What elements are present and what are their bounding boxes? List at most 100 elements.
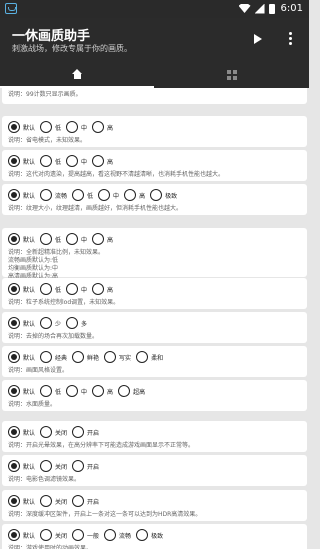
radio-option[interactable]: 低 bbox=[40, 233, 61, 245]
radio-option[interactable]: 多 bbox=[66, 317, 87, 329]
radio-option[interactable]: 经典 bbox=[40, 351, 67, 363]
radio-option[interactable]: 默认 bbox=[8, 317, 35, 329]
radio-option[interactable]: 少 bbox=[40, 317, 61, 329]
radio-option[interactable]: 低 bbox=[40, 121, 61, 133]
radio-option[interactable]: 中 bbox=[66, 283, 87, 295]
radio-unchecked-icon[interactable] bbox=[40, 121, 53, 133]
radio-unchecked-icon[interactable] bbox=[40, 283, 53, 295]
radio-unchecked-icon[interactable] bbox=[124, 189, 137, 201]
radio-option[interactable]: 中 bbox=[66, 121, 87, 133]
radio-option[interactable]: 高 bbox=[92, 155, 113, 167]
radio-option[interactable]: 低 bbox=[40, 283, 61, 295]
radio-checked-icon[interactable] bbox=[8, 233, 20, 245]
radio-option[interactable]: 中 bbox=[66, 385, 87, 397]
radio-unchecked-icon[interactable] bbox=[72, 495, 85, 507]
radio-option[interactable]: 高 bbox=[92, 385, 113, 397]
radio-option[interactable]: 高 bbox=[92, 283, 113, 295]
radio-option[interactable]: 低 bbox=[40, 155, 61, 167]
radio-checked-icon[interactable] bbox=[8, 317, 20, 329]
radio-option[interactable]: 极致 bbox=[150, 189, 177, 201]
radio-option[interactable]: 默认 bbox=[8, 155, 35, 167]
radio-option[interactable]: 一般 bbox=[72, 529, 99, 541]
radio-option[interactable]: 中 bbox=[98, 189, 119, 201]
radio-checked-icon[interactable] bbox=[8, 426, 20, 438]
radio-unchecked-icon[interactable] bbox=[118, 385, 131, 397]
radio-checked-icon[interactable] bbox=[8, 189, 20, 201]
radio-unchecked-icon[interactable] bbox=[66, 283, 79, 295]
radio-option[interactable]: 默认 bbox=[8, 233, 35, 245]
radio-option[interactable]: 中 bbox=[66, 155, 87, 167]
radio-option[interactable]: 流畅 bbox=[40, 189, 67, 201]
radio-unchecked-icon[interactable] bbox=[98, 189, 111, 201]
radio-unchecked-icon[interactable] bbox=[40, 495, 53, 507]
radio-option[interactable]: 关闭 bbox=[40, 495, 67, 507]
radio-option[interactable]: 开启 bbox=[72, 495, 99, 507]
radio-option[interactable]: 默认 bbox=[8, 189, 35, 201]
radio-option[interactable]: 默认 bbox=[8, 426, 35, 438]
radio-unchecked-icon[interactable] bbox=[40, 155, 53, 167]
radio-unchecked-icon[interactable] bbox=[72, 426, 85, 438]
radio-unchecked-icon[interactable] bbox=[92, 233, 105, 245]
more-vert-icon[interactable] bbox=[289, 32, 293, 46]
radio-unchecked-icon[interactable] bbox=[66, 155, 79, 167]
radio-checked-icon[interactable] bbox=[8, 155, 20, 167]
radio-option[interactable]: 开启 bbox=[72, 426, 99, 438]
radio-unchecked-icon[interactable] bbox=[40, 189, 53, 201]
radio-option[interactable]: 默认 bbox=[8, 385, 35, 397]
radio-unchecked-icon[interactable] bbox=[72, 189, 85, 201]
radio-option[interactable]: 高 bbox=[92, 233, 113, 245]
radio-unchecked-icon[interactable] bbox=[150, 189, 163, 201]
tab-apps[interactable] bbox=[155, 62, 309, 88]
radio-unchecked-icon[interactable] bbox=[40, 529, 53, 541]
radio-option[interactable]: 关闭 bbox=[40, 460, 67, 472]
radio-unchecked-icon[interactable] bbox=[136, 351, 149, 363]
radio-unchecked-icon[interactable] bbox=[104, 351, 117, 363]
radio-unchecked-icon[interactable] bbox=[92, 385, 105, 397]
radio-checked-icon[interactable] bbox=[8, 385, 20, 397]
radio-unchecked-icon[interactable] bbox=[66, 385, 79, 397]
radio-option[interactable]: 默认 bbox=[8, 283, 35, 295]
radio-unchecked-icon[interactable] bbox=[40, 426, 53, 438]
radio-option[interactable]: 开启 bbox=[72, 460, 99, 472]
radio-option[interactable]: 中 bbox=[66, 233, 87, 245]
radio-checked-icon[interactable] bbox=[8, 529, 20, 541]
radio-option[interactable]: 默认 bbox=[8, 495, 35, 507]
radio-unchecked-icon[interactable] bbox=[72, 529, 85, 541]
tab-home[interactable] bbox=[0, 62, 154, 88]
radio-option[interactable]: 关闭 bbox=[40, 529, 67, 541]
radio-unchecked-icon[interactable] bbox=[66, 317, 79, 329]
radio-checked-icon[interactable] bbox=[8, 460, 20, 472]
radio-unchecked-icon[interactable] bbox=[92, 283, 105, 295]
radio-unchecked-icon[interactable] bbox=[40, 385, 53, 397]
radio-option[interactable]: 关闭 bbox=[40, 426, 67, 438]
radio-unchecked-icon[interactable] bbox=[104, 529, 117, 541]
radio-unchecked-icon[interactable] bbox=[92, 155, 105, 167]
radio-unchecked-icon[interactable] bbox=[66, 121, 79, 133]
radio-option[interactable]: 默认 bbox=[8, 460, 35, 472]
radio-option[interactable]: 流畅 bbox=[104, 529, 131, 541]
radio-option[interactable]: 默认 bbox=[8, 529, 35, 541]
radio-unchecked-icon[interactable] bbox=[92, 121, 105, 133]
radio-option[interactable]: 默认 bbox=[8, 121, 35, 133]
radio-option[interactable]: 高 bbox=[124, 189, 145, 201]
radio-unchecked-icon[interactable] bbox=[66, 233, 79, 245]
radio-checked-icon[interactable] bbox=[8, 283, 20, 295]
radio-option[interactable]: 低 bbox=[72, 189, 93, 201]
radio-unchecked-icon[interactable] bbox=[136, 529, 149, 541]
radio-checked-icon[interactable] bbox=[8, 351, 20, 363]
radio-unchecked-icon[interactable] bbox=[40, 351, 53, 363]
radio-option[interactable]: 高 bbox=[92, 121, 113, 133]
radio-option[interactable]: 默认 bbox=[8, 351, 35, 363]
radio-option[interactable]: 鲜艳 bbox=[72, 351, 99, 363]
radio-unchecked-icon[interactable] bbox=[72, 351, 85, 363]
radio-option[interactable]: 低 bbox=[40, 385, 61, 397]
radio-option[interactable]: 超高 bbox=[118, 385, 145, 397]
radio-unchecked-icon[interactable] bbox=[40, 317, 53, 329]
radio-unchecked-icon[interactable] bbox=[40, 233, 53, 245]
radio-unchecked-icon[interactable] bbox=[40, 460, 53, 472]
radio-checked-icon[interactable] bbox=[8, 495, 20, 507]
play-icon[interactable] bbox=[254, 34, 262, 44]
radio-option[interactable]: 极致 bbox=[136, 529, 163, 541]
radio-option[interactable]: 写实 bbox=[104, 351, 131, 363]
radio-checked-icon[interactable] bbox=[8, 121, 20, 133]
